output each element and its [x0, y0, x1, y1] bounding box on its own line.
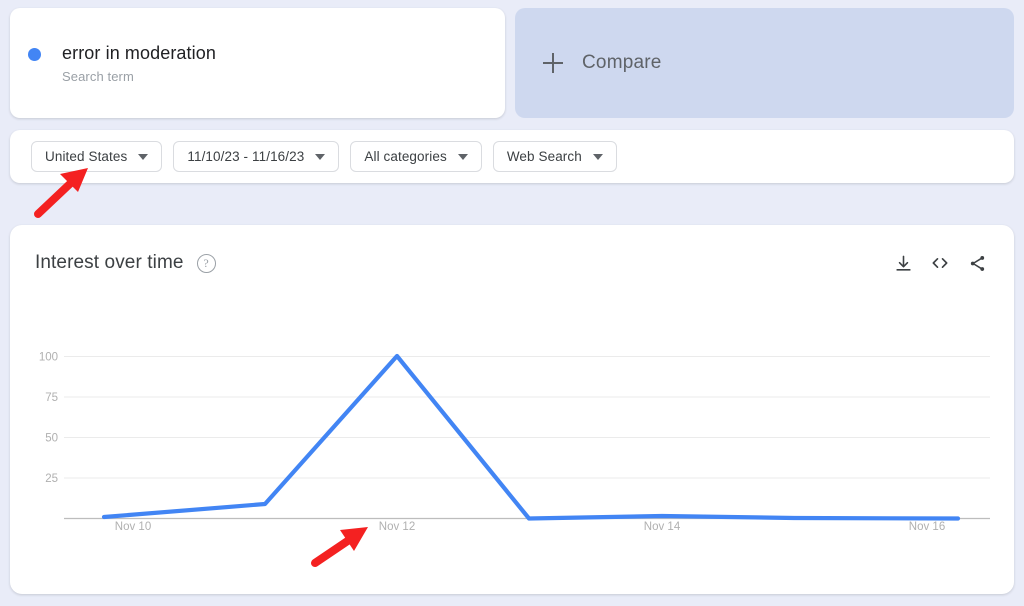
location-filter-label: United States — [45, 149, 128, 164]
term-compare-row: error in moderation Search term Compare — [0, 0, 1024, 125]
series-color-dot — [28, 47, 41, 61]
interest-over-time-line-chart: 100 75 50 25 Nov 10 Nov 12 Nov 14 Nov 16 — [39, 352, 990, 533]
search-type-filter[interactable]: Web Search — [492, 141, 617, 172]
svg-text:50: 50 — [45, 433, 58, 445]
chart-y-axis-labels: 100 75 50 25 — [39, 352, 58, 486]
search-term-texts: error in moderation Search term — [62, 41, 216, 86]
search-term-label: error in moderation — [62, 42, 216, 63]
svg-text:Nov 10: Nov 10 — [115, 521, 151, 533]
compare-card[interactable]: Compare — [515, 8, 1014, 118]
chart-gridlines — [64, 356, 990, 479]
filter-bar: United States 11/10/23 - 11/16/23 All ca… — [10, 130, 1014, 183]
svg-text:100: 100 — [39, 352, 58, 364]
svg-text:Nov 16: Nov 16 — [909, 521, 945, 533]
chart-title: Interest over time — [35, 252, 184, 273]
search-term-card[interactable]: error in moderation Search term — [10, 8, 505, 118]
plus-icon — [543, 53, 563, 73]
share-icon[interactable] — [964, 250, 990, 276]
compare-label: Compare — [582, 52, 662, 73]
embed-code-icon[interactable] — [927, 250, 953, 276]
search-term-content: error in moderation Search term — [10, 41, 216, 86]
search-term-type-label: Search term — [62, 68, 134, 84]
help-circle-icon[interactable]: ? — [196, 253, 216, 273]
chart-title-wrap: Interest over time ? — [35, 252, 216, 274]
chevron-down-icon — [592, 153, 603, 160]
svg-text:Nov 12: Nov 12 — [379, 521, 415, 533]
svg-text:75: 75 — [45, 392, 58, 404]
download-icon[interactable] — [890, 250, 916, 276]
location-filter[interactable]: United States — [31, 141, 163, 172]
date-range-filter[interactable]: 11/10/23 - 11/16/23 — [173, 141, 340, 172]
chevron-down-icon — [315, 153, 326, 160]
svg-text:25: 25 — [45, 473, 58, 485]
chevron-down-icon — [457, 153, 468, 160]
chevron-down-icon — [138, 153, 149, 160]
category-filter[interactable]: All categories — [350, 141, 482, 172]
chart-header: Interest over time ? — [10, 225, 1014, 301]
chart-plot-area[interactable]: 100 75 50 25 Nov 10 Nov 12 Nov 14 Nov 16 — [10, 301, 1014, 594]
compare-content: Compare — [515, 52, 662, 74]
interest-over-time-card: Interest over time ? 100 75 50 25 Nov 10… — [10, 225, 1014, 594]
svg-text:Nov 14: Nov 14 — [644, 521, 681, 533]
search-type-filter-label: Web Search — [506, 149, 582, 164]
chart-x-axis-labels: Nov 10 Nov 12 Nov 14 Nov 16 — [115, 521, 945, 533]
category-filter-label: All categories — [364, 149, 447, 164]
date-range-filter-label: 11/10/23 - 11/16/23 — [187, 149, 305, 164]
chart-toolbar — [879, 250, 990, 276]
